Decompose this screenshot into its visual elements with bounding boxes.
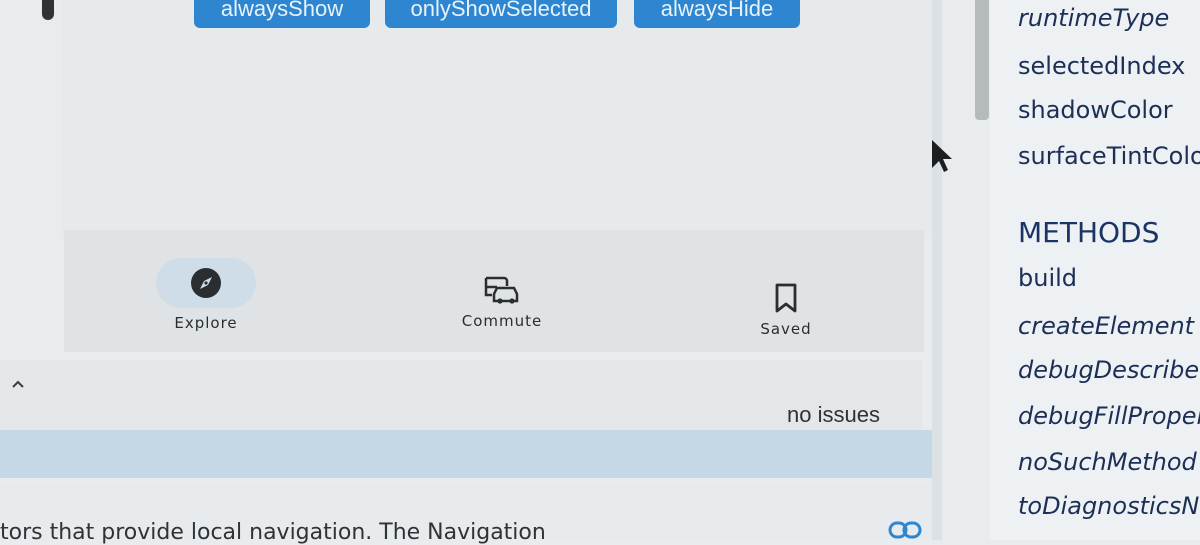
- scrollbar-thumb[interactable]: [975, 0, 989, 120]
- always-hide-button[interactable]: alwaysHide: [634, 0, 800, 28]
- always-show-button[interactable]: alwaysShow: [194, 0, 370, 28]
- commute-icon: [484, 276, 519, 304]
- bookmark-icon: [775, 283, 797, 313]
- chevron-up-icon[interactable]: [8, 374, 28, 394]
- only-show-selected-button[interactable]: onlyShowSelected: [385, 0, 617, 28]
- demo-preview-area: [62, 0, 934, 238]
- nav-label-explore: Explore: [174, 314, 238, 332]
- nav-item-explore[interactable]: Explore: [156, 258, 256, 332]
- documentation-text: tors that provide local navigation. The …: [0, 520, 546, 545]
- explore-icon: [191, 268, 221, 298]
- method-link[interactable]: noSuchMethod: [1018, 448, 1197, 476]
- navigation-bar: Explore Commute Saved: [64, 230, 924, 352]
- nav-item-saved[interactable]: Saved: [736, 278, 836, 338]
- method-link[interactable]: createElement: [1018, 312, 1194, 340]
- documentation-section: tors that provide local navigation. The …: [0, 484, 940, 545]
- property-link[interactable]: shadowColor: [1018, 96, 1173, 124]
- property-link[interactable]: runtimeType: [1018, 4, 1169, 32]
- highlight-strip: [0, 430, 938, 478]
- drag-handle[interactable]: [42, 0, 54, 20]
- status-panel: no issues: [0, 360, 922, 430]
- nav-item-commute[interactable]: Commute: [442, 270, 562, 330]
- method-link[interactable]: build: [1018, 264, 1077, 292]
- methods-heading: METHODS: [1018, 216, 1160, 249]
- link-icon[interactable]: [888, 520, 922, 540]
- property-link[interactable]: surfaceTintColo: [1018, 142, 1200, 170]
- api-sidebar: runtimeType selectedIndex shadowColor su…: [990, 0, 1200, 540]
- issues-status: no issues: [787, 402, 880, 427]
- selected-indicator: [156, 258, 256, 308]
- property-link[interactable]: selectedIndex: [1018, 52, 1185, 80]
- nav-label-saved: Saved: [760, 320, 812, 338]
- panel-divider: [932, 0, 942, 540]
- mouse-cursor-icon: [932, 140, 952, 172]
- method-link[interactable]: debugDescribeC: [1018, 356, 1200, 384]
- method-link[interactable]: debugFillPropert: [1018, 402, 1200, 430]
- method-link[interactable]: toDiagnosticsNo: [1018, 492, 1200, 520]
- nav-label-commute: Commute: [461, 312, 543, 330]
